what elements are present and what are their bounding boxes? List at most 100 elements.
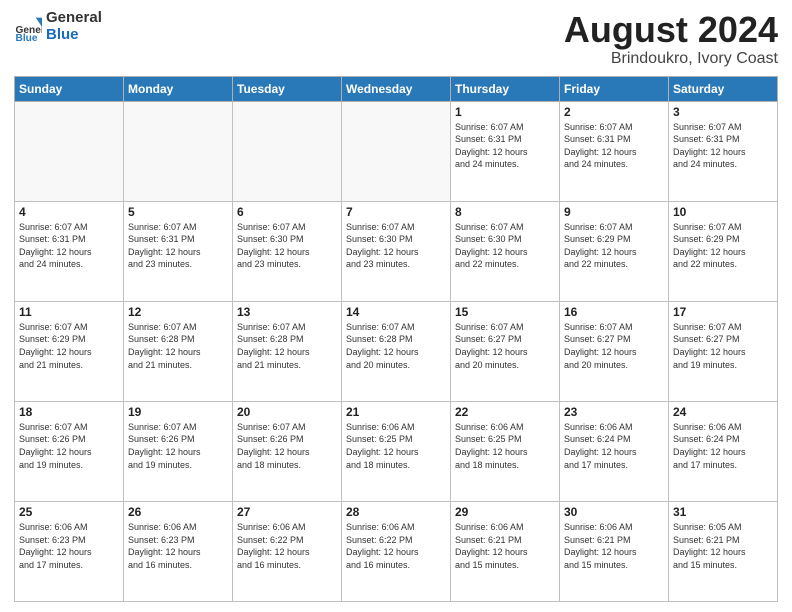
calendar-day-cell: 3 Sunrise: 6:07 AM Sunset: 6:31 PM Daylig… bbox=[669, 101, 778, 201]
day-number: 22 bbox=[455, 405, 555, 419]
calendar-day-cell bbox=[15, 101, 124, 201]
calendar-day-cell: 23 Sunrise: 6:06 AM Sunset: 6:24 PM Dayli… bbox=[560, 401, 669, 501]
calendar-day-cell: 22 Sunrise: 6:06 AM Sunset: 6:25 PM Dayli… bbox=[451, 401, 560, 501]
calendar-day-cell: 30Sunrise: 6:06 AM Sunset: 6:21 PM Dayli… bbox=[560, 501, 669, 601]
calendar-day-cell: 19 Sunrise: 6:07 AM Sunset: 6:26 PM Dayli… bbox=[124, 401, 233, 501]
calendar-day-cell: 2 Sunrise: 6:07 AM Sunset: 6:31 PM Daylig… bbox=[560, 101, 669, 201]
day-number: 31 bbox=[673, 505, 773, 519]
day-number: 14 bbox=[346, 305, 446, 319]
calendar-day-cell: 8 Sunrise: 6:07 AM Sunset: 6:30 PM Daylig… bbox=[451, 201, 560, 301]
day-number: 19 bbox=[128, 405, 228, 419]
day-info: Sunrise: 6:07 AM Sunset: 6:26 PM Dayligh… bbox=[128, 421, 228, 471]
day-info: Sunrise: 6:06 AM Sunset: 6:25 PM Dayligh… bbox=[455, 421, 555, 471]
day-info: Sunrise: 6:06 AM Sunset: 6:23 PM Dayligh… bbox=[19, 521, 119, 571]
day-info: Sunrise: 6:07 AM Sunset: 6:28 PM Dayligh… bbox=[346, 321, 446, 371]
calendar-subtitle: Brindoukro, Ivory Coast bbox=[564, 50, 778, 68]
day-number: 29 bbox=[455, 505, 555, 519]
day-number: 11 bbox=[19, 305, 119, 319]
day-info: Sunrise: 6:05 AM Sunset: 6:21 PM Dayligh… bbox=[673, 521, 773, 571]
day-info: Sunrise: 6:07 AM Sunset: 6:29 PM Dayligh… bbox=[19, 321, 119, 371]
day-info: Sunrise: 6:07 AM Sunset: 6:30 PM Dayligh… bbox=[455, 221, 555, 271]
day-number: 28 bbox=[346, 505, 446, 519]
day-number: 30 bbox=[564, 505, 664, 519]
day-info: Sunrise: 6:07 AM Sunset: 6:27 PM Dayligh… bbox=[564, 321, 664, 371]
day-info: Sunrise: 6:07 AM Sunset: 6:26 PM Dayligh… bbox=[19, 421, 119, 471]
day-info: Sunrise: 6:07 AM Sunset: 6:31 PM Dayligh… bbox=[128, 221, 228, 271]
calendar-day-cell: 29Sunrise: 6:06 AM Sunset: 6:21 PM Dayli… bbox=[451, 501, 560, 601]
calendar-day-cell: 13Sunrise: 6:07 AM Sunset: 6:28 PM Dayli… bbox=[233, 301, 342, 401]
calendar-day-cell: 6Sunrise: 6:07 AM Sunset: 6:30 PM Daylig… bbox=[233, 201, 342, 301]
day-of-week-header: Monday bbox=[124, 76, 233, 101]
day-number: 21 bbox=[346, 405, 446, 419]
day-number: 9 bbox=[564, 205, 664, 219]
day-info: Sunrise: 6:07 AM Sunset: 6:28 PM Dayligh… bbox=[128, 321, 228, 371]
logo-blue-text: Blue bbox=[46, 27, 102, 44]
calendar-day-cell: 28 Sunrise: 6:06 AM Sunset: 6:22 PM Dayli… bbox=[342, 501, 451, 601]
day-info: Sunrise: 6:06 AM Sunset: 6:24 PM Dayligh… bbox=[673, 421, 773, 471]
calendar-header-row: SundayMondayTuesdayWednesdayThursdayFrid… bbox=[15, 76, 778, 101]
day-number: 3 bbox=[673, 105, 773, 119]
calendar-day-cell: 4Sunrise: 6:07 AM Sunset: 6:31 PM Daylig… bbox=[15, 201, 124, 301]
day-info: Sunrise: 6:06 AM Sunset: 6:24 PM Dayligh… bbox=[564, 421, 664, 471]
day-info: Sunrise: 6:07 AM Sunset: 6:27 PM Dayligh… bbox=[673, 321, 773, 371]
day-info: Sunrise: 6:07 AM Sunset: 6:31 PM Dayligh… bbox=[673, 121, 773, 171]
day-info: Sunrise: 6:07 AM Sunset: 6:28 PM Dayligh… bbox=[237, 321, 337, 371]
calendar-day-cell: 27 Sunrise: 6:06 AM Sunset: 6:22 PM Dayli… bbox=[233, 501, 342, 601]
page: General Blue General Blue August 2024 Br… bbox=[0, 0, 792, 612]
day-number: 5 bbox=[128, 205, 228, 219]
day-number: 8 bbox=[455, 205, 555, 219]
logo-icon: General Blue bbox=[14, 13, 42, 41]
day-info: Sunrise: 6:07 AM Sunset: 6:31 PM Dayligh… bbox=[19, 221, 119, 271]
calendar-day-cell: 7Sunrise: 6:07 AM Sunset: 6:30 PM Daylig… bbox=[342, 201, 451, 301]
calendar-day-cell: 11 Sunrise: 6:07 AM Sunset: 6:29 PM Dayli… bbox=[15, 301, 124, 401]
calendar-day-cell: 20 Sunrise: 6:07 AM Sunset: 6:26 PM Dayli… bbox=[233, 401, 342, 501]
calendar-day-cell: 16 Sunrise: 6:07 AM Sunset: 6:27 PM Dayli… bbox=[560, 301, 669, 401]
day-info: Sunrise: 6:07 AM Sunset: 6:31 PM Dayligh… bbox=[564, 121, 664, 171]
day-number: 1 bbox=[455, 105, 555, 119]
day-info: Sunrise: 6:07 AM Sunset: 6:29 PM Dayligh… bbox=[564, 221, 664, 271]
day-number: 7 bbox=[346, 205, 446, 219]
title-block: August 2024 Brindoukro, Ivory Coast bbox=[564, 10, 778, 68]
calendar-day-cell: 24Sunrise: 6:06 AM Sunset: 6:24 PM Dayli… bbox=[669, 401, 778, 501]
day-number: 18 bbox=[19, 405, 119, 419]
day-info: Sunrise: 6:06 AM Sunset: 6:22 PM Dayligh… bbox=[346, 521, 446, 571]
calendar-week-row: 11 Sunrise: 6:07 AM Sunset: 6:29 PM Dayli… bbox=[15, 301, 778, 401]
day-number: 23 bbox=[564, 405, 664, 419]
calendar-day-cell: 31 Sunrise: 6:05 AM Sunset: 6:21 PM Dayli… bbox=[669, 501, 778, 601]
day-number: 17 bbox=[673, 305, 773, 319]
calendar-day-cell: 14 Sunrise: 6:07 AM Sunset: 6:28 PM Dayli… bbox=[342, 301, 451, 401]
day-info: Sunrise: 6:06 AM Sunset: 6:23 PM Dayligh… bbox=[128, 521, 228, 571]
logo: General Blue General Blue bbox=[14, 10, 102, 43]
calendar-day-cell: 25Sunrise: 6:06 AM Sunset: 6:23 PM Dayli… bbox=[15, 501, 124, 601]
calendar-day-cell: 5 Sunrise: 6:07 AM Sunset: 6:31 PM Daylig… bbox=[124, 201, 233, 301]
calendar-week-row: 18 Sunrise: 6:07 AM Sunset: 6:26 PM Dayli… bbox=[15, 401, 778, 501]
day-number: 2 bbox=[564, 105, 664, 119]
calendar-title: August 2024 bbox=[564, 10, 778, 50]
day-info: Sunrise: 6:07 AM Sunset: 6:31 PM Dayligh… bbox=[455, 121, 555, 171]
logo-general-text: General bbox=[46, 10, 102, 27]
calendar-day-cell bbox=[233, 101, 342, 201]
day-of-week-header: Tuesday bbox=[233, 76, 342, 101]
day-of-week-header: Sunday bbox=[15, 76, 124, 101]
day-of-week-header: Saturday bbox=[669, 76, 778, 101]
day-number: 16 bbox=[564, 305, 664, 319]
calendar-day-cell: 17 Sunrise: 6:07 AM Sunset: 6:27 PM Dayli… bbox=[669, 301, 778, 401]
day-number: 20 bbox=[237, 405, 337, 419]
calendar-day-cell bbox=[342, 101, 451, 201]
day-of-week-header: Thursday bbox=[451, 76, 560, 101]
calendar-day-cell: 10Sunrise: 6:07 AM Sunset: 6:29 PM Dayli… bbox=[669, 201, 778, 301]
day-info: Sunrise: 6:07 AM Sunset: 6:29 PM Dayligh… bbox=[673, 221, 773, 271]
day-info: Sunrise: 6:07 AM Sunset: 6:26 PM Dayligh… bbox=[237, 421, 337, 471]
day-info: Sunrise: 6:06 AM Sunset: 6:22 PM Dayligh… bbox=[237, 521, 337, 571]
calendar-day-cell: 1 Sunrise: 6:07 AM Sunset: 6:31 PM Daylig… bbox=[451, 101, 560, 201]
calendar-day-cell: 15Sunrise: 6:07 AM Sunset: 6:27 PM Dayli… bbox=[451, 301, 560, 401]
day-of-week-header: Wednesday bbox=[342, 76, 451, 101]
day-of-week-header: Friday bbox=[560, 76, 669, 101]
day-info: Sunrise: 6:06 AM Sunset: 6:25 PM Dayligh… bbox=[346, 421, 446, 471]
day-number: 27 bbox=[237, 505, 337, 519]
calendar-day-cell bbox=[124, 101, 233, 201]
header: General Blue General Blue August 2024 Br… bbox=[14, 10, 778, 68]
day-number: 6 bbox=[237, 205, 337, 219]
day-number: 15 bbox=[455, 305, 555, 319]
day-number: 12 bbox=[128, 305, 228, 319]
